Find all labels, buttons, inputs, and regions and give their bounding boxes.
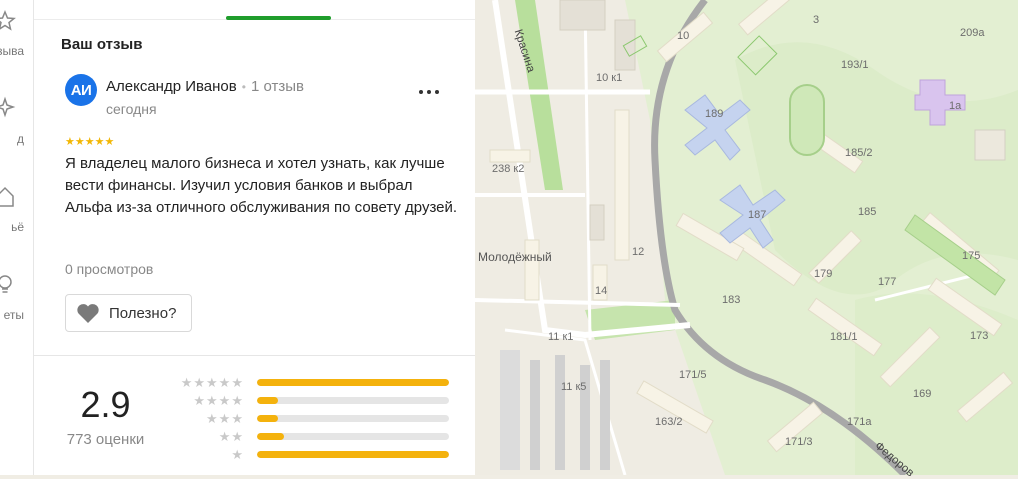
map-house-label: 11 к1	[548, 331, 574, 343]
map-house-label: 171/5	[679, 369, 707, 381]
distribution-bar	[257, 415, 449, 422]
distribution-bar-fill	[257, 433, 284, 440]
map-house-label: 177	[878, 276, 897, 288]
sparkle-icon	[0, 96, 16, 118]
map-house-label: 209а	[960, 27, 985, 39]
distribution-stars-label: ★★★★★	[180, 375, 244, 390]
map-house-label: 173	[970, 330, 989, 342]
rail-item-reviews[interactable]: зыва	[0, 8, 33, 58]
rail-item-photo[interactable]: д	[0, 96, 33, 146]
avatar-initials: АИ	[70, 81, 92, 99]
map-view[interactable]: Красина 10 3 209а 10 к1 193/1 189 1а 185…	[475, 0, 1018, 479]
map-district-label: Молодёжный	[478, 250, 552, 264]
rail-item-tips[interactable]: еты	[0, 272, 33, 322]
map-house-label: 14	[595, 285, 608, 297]
map-canvas	[475, 0, 1018, 475]
map-house-label: 185	[858, 206, 877, 218]
more-dots-icon	[419, 90, 439, 94]
map-house-label: 1а	[949, 100, 962, 112]
rating-distribution-row[interactable]: ★★★★	[172, 393, 452, 408]
distribution-bar-fill	[257, 451, 449, 458]
map-house-label: 10	[677, 30, 690, 42]
useful-button-label: Полезно?	[109, 304, 177, 322]
map-house-label: 238 к2	[492, 163, 525, 175]
useful-button[interactable]: Полезно?	[65, 294, 192, 332]
map-house-label: 183	[722, 294, 741, 306]
avatar[interactable]: АИ	[65, 74, 97, 106]
review-panel: Ваш отзыв АИ Александр Иванов • 1 отзыв се…	[34, 0, 476, 475]
rail-item-label: ьё	[11, 220, 24, 234]
author-line: Александр Иванов • 1 отзыв	[106, 78, 304, 95]
distribution-stars-label: ★★★★	[193, 393, 244, 408]
section-title: Ваш отзыв	[61, 36, 143, 53]
distribution-bar	[257, 397, 449, 404]
map-house-label: 171/3	[785, 436, 813, 448]
map-house-label: 187	[748, 209, 767, 221]
author-reviews-count[interactable]: 1 отзыв	[251, 78, 304, 95]
house-icon	[0, 186, 14, 207]
map-house-label: 175	[962, 250, 981, 262]
distribution-bar	[257, 433, 449, 440]
rating-distribution-row[interactable]: ★★★★★	[172, 375, 452, 390]
separator-dot: •	[241, 80, 246, 94]
review-date: сегодня	[106, 101, 157, 117]
distribution-bar-fill	[257, 415, 279, 422]
distribution-stars-label: ★★★	[206, 411, 244, 426]
star-icon	[0, 10, 16, 31]
distribution-stars-label: ★★	[218, 429, 244, 444]
active-tab-indicator	[226, 16, 331, 20]
rating-count: 773 оценки	[66, 431, 145, 448]
map-house-label: 185/2	[845, 147, 873, 159]
heart-icon	[77, 304, 99, 323]
map-house-label: 179	[814, 268, 833, 280]
rating-distribution-row[interactable]: ★★★	[172, 411, 452, 426]
map-house-label: 163/2	[655, 416, 683, 428]
distribution-stars-label: ★	[231, 447, 244, 462]
bulb-icon	[0, 275, 12, 293]
map-house-label: 189	[705, 108, 724, 120]
map-house-label: 12	[632, 246, 645, 258]
distribution-bar	[257, 379, 449, 386]
rating-distribution-row[interactable]: ★	[172, 447, 452, 462]
map-house-label: 181/1	[830, 331, 858, 343]
review-rating-stars: ★★★★★	[65, 136, 115, 148]
rating-distribution-row[interactable]: ★★	[172, 429, 452, 444]
map-house-label: 10 к1	[596, 72, 623, 84]
map-house-label: 193/1	[841, 59, 869, 71]
rail-item-housing[interactable]: ьё	[0, 184, 33, 234]
view-count: 0 просмотров	[65, 261, 154, 277]
average-rating: 2.9	[80, 384, 131, 425]
rail-item-label: еты	[3, 308, 24, 322]
review-text: Я владелец малого бизнеса и хотел узнать…	[65, 155, 458, 216]
more-options-button[interactable]	[417, 80, 441, 104]
map-house-label: 11 к5	[561, 381, 587, 393]
map-house-label: 3	[813, 14, 820, 26]
distribution-bar-fill	[257, 397, 279, 404]
rail-item-label: д	[16, 132, 24, 146]
author-name[interactable]: Александр Иванов	[106, 78, 237, 95]
left-nav-rail: зыва д ьё еты	[0, 0, 34, 475]
rail-item-label: зыва	[0, 44, 24, 58]
distribution-bar	[257, 451, 449, 458]
distribution-bar-fill	[257, 379, 449, 386]
panel-divider	[34, 355, 475, 356]
map-house-label: 171а	[847, 416, 872, 428]
map-house-label: 169	[913, 388, 932, 400]
